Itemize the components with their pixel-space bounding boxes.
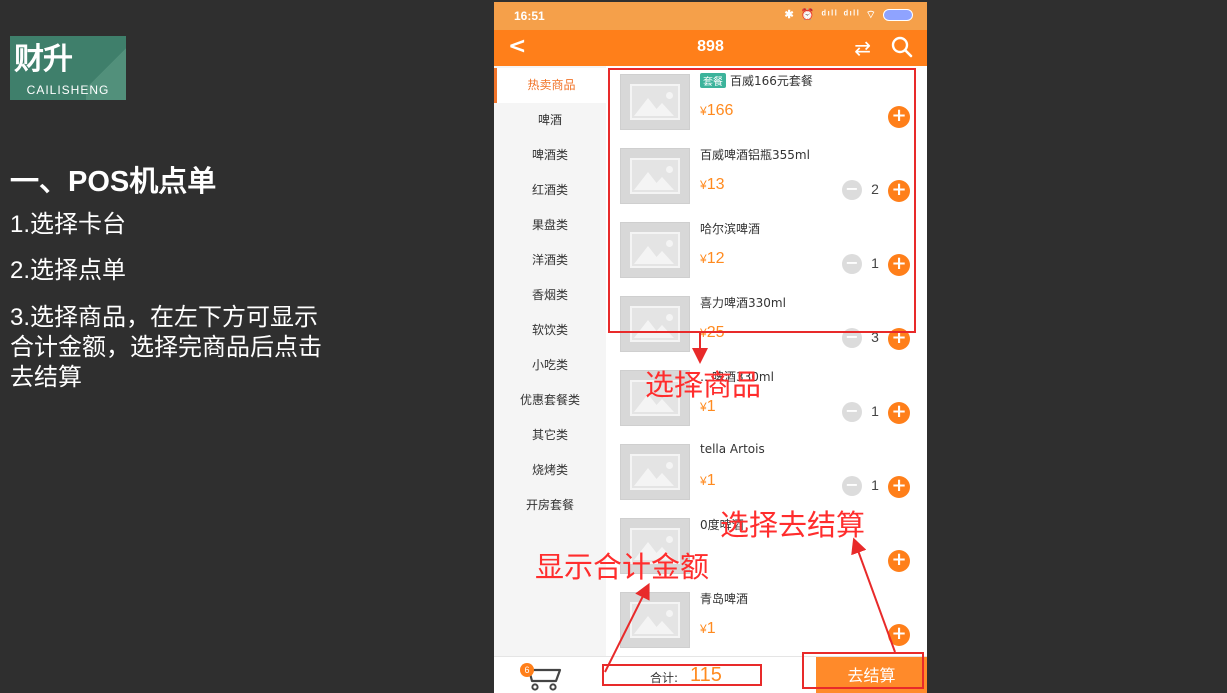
- product-image-placeholder-icon: [620, 444, 690, 500]
- highlight-checkout-box: [802, 652, 924, 689]
- product-name: tella Artois: [700, 442, 765, 456]
- category-item-soft-drinks[interactable]: 软饮类: [494, 313, 606, 348]
- product-price: ¥1: [700, 472, 716, 489]
- highlight-total-box: [602, 664, 762, 686]
- category-item-bbq[interactable]: 烧烤类: [494, 453, 606, 488]
- search-icon[interactable]: [891, 36, 913, 58]
- product-image-placeholder-icon: [620, 592, 690, 648]
- status-time: 16:51: [514, 9, 545, 23]
- swap-icon[interactable]: ⇄: [854, 36, 871, 60]
- category-item-fruit-plate[interactable]: 果盘类: [494, 208, 606, 243]
- product-quantity: 1: [871, 477, 879, 493]
- logo-wordmark: CAILISHENG: [26, 83, 110, 97]
- category-item-cigarettes[interactable]: 香烟类: [494, 278, 606, 313]
- logo-mark: 财升: [14, 42, 73, 77]
- plus-icon[interactable]: +: [888, 624, 910, 646]
- plus-icon[interactable]: +: [888, 402, 910, 424]
- highlight-products-box: [608, 68, 916, 333]
- battery-icon: [883, 9, 913, 22]
- annotation-select-product: 选择商品: [645, 368, 762, 402]
- annotation-show-total: 显示合计金额: [535, 550, 710, 584]
- category-item-combo-deals[interactable]: 优惠套餐类: [494, 383, 606, 418]
- category-item-room-package[interactable]: 开房套餐: [494, 488, 606, 523]
- category-item-spirits[interactable]: 洋酒类: [494, 243, 606, 278]
- product-price: ¥1: [700, 620, 716, 637]
- plus-icon[interactable]: +: [888, 550, 910, 572]
- product-item[interactable]: 青岛啤酒 ¥1 +: [620, 586, 915, 660]
- app-bar: < 898 ⇄: [494, 30, 927, 66]
- category-item-beer-type[interactable]: 啤酒类: [494, 138, 606, 173]
- category-item-other[interactable]: 其它类: [494, 418, 606, 453]
- product-name: 青岛啤酒: [700, 592, 749, 606]
- slide-title: 一、POS机点单: [10, 166, 217, 198]
- minus-icon[interactable]: −: [842, 402, 862, 422]
- status-bar: 16:51 ✱ ⏰ ᵈᶦˡˡ ᵈᶦˡˡ ⌔: [494, 2, 927, 30]
- step-2: 2.选择点单: [10, 257, 127, 284]
- step-1: 1.选择卡台: [10, 211, 127, 238]
- category-item-red-wine[interactable]: 红酒类: [494, 173, 606, 208]
- status-icons: ✱ ⏰ ᵈᶦˡˡ ᵈᶦˡˡ ⌔: [785, 8, 913, 22]
- category-item-hot[interactable]: 热卖商品: [494, 68, 606, 103]
- product-item[interactable]: tella Artois ¥1 − 1 +: [620, 438, 915, 512]
- cart-count-badge: 6: [520, 663, 534, 677]
- annotation-select-checkout: 选择去结算: [720, 508, 866, 542]
- product-quantity: 1: [871, 403, 879, 419]
- company-logo: 财升 CAILISHENG: [10, 36, 126, 100]
- category-item-snacks[interactable]: 小吃类: [494, 348, 606, 383]
- category-item-beer[interactable]: 啤酒: [494, 103, 606, 138]
- step-3: 3.选择商品，在左下方可显示合计金额，选择完商品后点击去结算: [10, 304, 322, 391]
- minus-icon[interactable]: −: [842, 476, 862, 496]
- plus-icon[interactable]: +: [888, 476, 910, 498]
- status-icon-group: ✱ ⏰ ᵈᶦˡˡ ᵈᶦˡˡ ⌔: [784, 9, 878, 21]
